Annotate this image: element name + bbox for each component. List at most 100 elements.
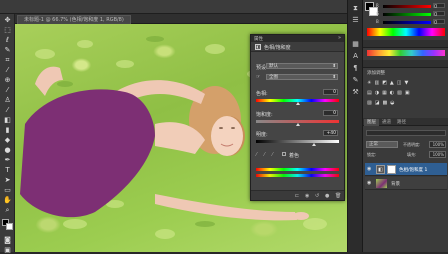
options-bar — [0, 0, 362, 14]
layer-thumbnail — [376, 179, 387, 188]
swatches-tabstrip — [363, 40, 448, 48]
panel-collapse-icon[interactable]: » — [338, 35, 341, 41]
history-icon[interactable]: ⧗ — [351, 4, 360, 13]
eyedropper-plus-icon[interactable]: ⁄ — [264, 152, 265, 158]
view-previous-icon[interactable]: ◉ — [305, 193, 309, 199]
adjustment-header-title: 色相/饱和度 — [264, 45, 291, 51]
red-value[interactable]: 0 — [433, 3, 445, 10]
brush-tool-icon[interactable]: ⁄ — [3, 86, 12, 94]
hue-slider-thumb[interactable] — [296, 102, 300, 105]
eye-icon[interactable]: ◉ — [367, 166, 373, 172]
document-tab-bar: 未标题-1 @ 66.7% (色相/饱和度 1, RGB/8) — [15, 14, 362, 24]
channel-value: 全图 — [269, 75, 278, 80]
eyedropper-tool-icon[interactable]: ⁄ — [3, 66, 12, 74]
tools-panel: ✥ ⬚ ℓ ✎ ⌗ ⁄ ⊕ ⁄ ♙ ⁄ ◧ ▮ ◆ ● ✒ T ➤ ▭ ✋ ⌕ … — [0, 14, 15, 254]
fill-value[interactable]: 100% — [429, 151, 446, 158]
colorize-label: 着色 — [289, 153, 300, 159]
adjustment-header: ◧ 色相/饱和度 — [251, 42, 344, 52]
input-hue-bar — [256, 168, 339, 171]
path-select-tool-icon[interactable]: ➤ — [3, 176, 12, 184]
dodge-tool-icon[interactable]: ● — [3, 146, 12, 154]
adjustment-icons-row-3[interactable]: ▨◪▩◒ — [367, 100, 445, 106]
chevron-down-icon: ⬍ — [332, 75, 336, 80]
g-channel-label: G — [376, 11, 380, 16]
quick-mask-icon[interactable]: ◙ — [3, 236, 12, 244]
saturation-slider-thumb[interactable] — [296, 123, 300, 126]
lightness-value[interactable]: +40 — [323, 130, 338, 136]
clone-stamp-tool-icon[interactable]: ♙ — [3, 96, 12, 104]
eraser-tool-icon[interactable]: ◧ — [3, 116, 12, 124]
crop-tool-icon[interactable]: ⌗ — [3, 56, 12, 64]
properties-footer: ⊏ ◉ ↺ ● 🗑 — [251, 190, 344, 200]
lightness-slider-track[interactable] — [256, 140, 339, 143]
preset-value: 默认 — [269, 64, 278, 69]
marquee-tool-icon[interactable]: ⬚ — [3, 26, 12, 34]
layer-row-adjustment[interactable]: ◉ ◧ 色相/饱和度 1 — [365, 163, 447, 176]
character-icon[interactable]: A — [351, 52, 360, 61]
colorize-checkbox[interactable] — [282, 152, 286, 156]
tab-paths[interactable]: 路径 — [394, 119, 409, 126]
delete-icon[interactable]: 🗑 — [335, 193, 341, 199]
lasso-tool-icon[interactable]: ℓ — [3, 36, 12, 44]
hue-saturation-icon: ◧ — [255, 44, 261, 50]
adjustments-tabstrip — [363, 60, 448, 68]
screen-mode-icon[interactable]: ▣ — [3, 246, 12, 254]
swatch-row[interactable] — [367, 50, 445, 56]
eye-icon[interactable]: ◉ — [367, 180, 373, 186]
b-channel-label: B — [376, 19, 379, 24]
eyedropper-minus-icon[interactable]: ⁄ — [272, 152, 273, 158]
blend-mode-select[interactable]: 正常 — [366, 141, 398, 148]
saturation-value[interactable]: 0 — [323, 110, 338, 116]
opacity-value[interactable]: 100% — [429, 141, 446, 148]
gradient-tool-icon[interactable]: ▮ — [3, 126, 12, 134]
chevron-down-icon: ⬍ — [332, 64, 336, 69]
adjustment-icons-row-2[interactable]: ▤◑▦◐▧▣ — [367, 90, 445, 96]
swatches-icon[interactable]: ▦ — [351, 40, 360, 49]
brush-panel-icon[interactable]: ✎ — [351, 76, 360, 85]
quick-select-tool-icon[interactable]: ✎ — [3, 46, 12, 54]
properties-icon[interactable]: ☰ — [351, 16, 360, 25]
zoom-tool-icon[interactable]: ⌕ — [3, 206, 12, 214]
clip-to-layer-icon[interactable]: ⊏ — [295, 193, 299, 199]
green-value[interactable]: 0 — [433, 11, 445, 18]
shape-tool-icon[interactable]: ▭ — [3, 186, 12, 194]
properties-title-bar[interactable]: 属性 » — [251, 35, 344, 42]
eyedropper-icon[interactable]: ⁄ — [256, 152, 257, 158]
layer-row-background[interactable]: ◉ 背景 — [365, 177, 447, 190]
tool-presets-icon[interactable]: ⚒ — [351, 88, 360, 97]
blur-tool-icon[interactable]: ◆ — [3, 136, 12, 144]
blue-value[interactable]: 0 — [433, 19, 445, 26]
layer-filter[interactable] — [366, 130, 446, 136]
adjustment-icons-row-1[interactable]: ☀▥◩▲◫▼ — [367, 80, 445, 86]
type-tool-icon[interactable]: T — [3, 166, 12, 174]
color-ramp[interactable] — [367, 28, 445, 36]
hue-label: 色相: — [256, 91, 268, 97]
green-slider[interactable] — [383, 13, 431, 16]
spot-heal-tool-icon[interactable]: ⊕ — [3, 76, 12, 84]
fill-label: 填充: — [407, 152, 417, 157]
tab-layers[interactable]: 图层 — [364, 119, 379, 126]
tab-channels[interactable]: 通道 — [379, 119, 394, 126]
pen-tool-icon[interactable]: ✒ — [3, 156, 12, 164]
adjustments-title: 添加调整 — [367, 71, 385, 76]
blend-mode-value: 正常 — [369, 142, 378, 147]
visibility-icon[interactable]: ● — [325, 193, 329, 199]
properties-panel[interactable]: 属性 » ◧ 色相/饱和度 预设: 默认 ⬍ ☞ 全图 ⬍ 色相: 0 饱和度: 0… — [250, 34, 345, 201]
document-tab[interactable]: 未标题-1 @ 66.7% (色相/饱和度 1, RGB/8) — [17, 15, 131, 24]
panel-icon-strip: ⧗ ☰ ▦ A ¶ ✎ ⚒ — [347, 0, 362, 252]
hand-tool-icon[interactable]: ✋ — [3, 196, 12, 204]
preset-select[interactable]: 默认 ⬍ — [266, 63, 338, 69]
move-tool-icon[interactable]: ✥ — [3, 16, 12, 24]
target-hand-icon[interactable]: ☞ — [256, 74, 260, 80]
history-brush-tool-icon[interactable]: ⁄ — [3, 106, 12, 114]
hue-value[interactable]: 0 — [323, 89, 338, 95]
channel-select[interactable]: 全图 ⬍ — [266, 74, 338, 80]
lightness-label: 明度: — [256, 132, 268, 138]
reset-icon[interactable]: ↺ — [315, 193, 319, 199]
blue-slider[interactable] — [383, 21, 431, 24]
paragraph-icon[interactable]: ¶ — [351, 64, 360, 73]
red-slider[interactable] — [383, 5, 431, 8]
background-color-swatch[interactable] — [6, 223, 13, 230]
saturation-label: 饱和度: — [256, 112, 273, 118]
lightness-slider-thumb[interactable] — [312, 143, 317, 146]
